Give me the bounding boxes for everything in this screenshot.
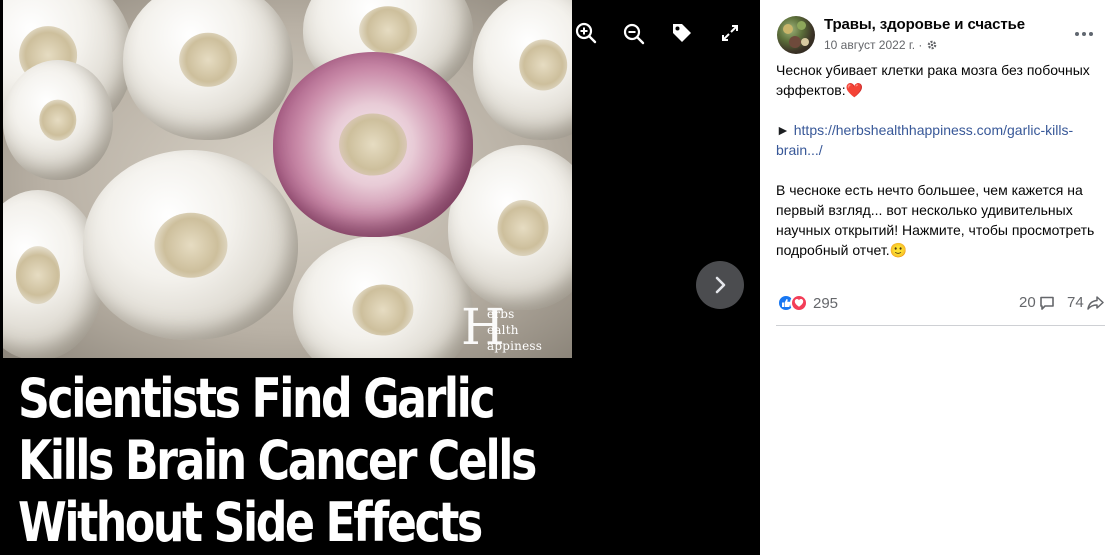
- post-photo[interactable]: H erbs ealth appiness: [3, 0, 572, 358]
- post-date[interactable]: 10 август 2022 г. ·: [824, 38, 922, 52]
- more-options-button[interactable]: [1070, 22, 1098, 46]
- garlic-bulb: [473, 0, 572, 140]
- love-reaction-icon: [790, 294, 808, 312]
- tag-photo-button[interactable]: [668, 19, 696, 47]
- zoom-in-icon: [575, 22, 597, 44]
- share-icon: [1086, 295, 1104, 310]
- shares-count-button[interactable]: 74: [1067, 294, 1104, 311]
- garlic-bulb: [293, 235, 473, 358]
- divider: [776, 325, 1105, 326]
- reactions-summary[interactable]: 295: [777, 294, 838, 312]
- dot: [1089, 32, 1093, 36]
- comments-count-button[interactable]: 20: [1019, 294, 1055, 311]
- garlic-bulb: [83, 150, 298, 340]
- comment-count: 20: [1019, 294, 1036, 311]
- tag-icon: [673, 24, 691, 42]
- comment-icon: [1039, 296, 1054, 310]
- arrow-pointer: ►: [776, 122, 794, 138]
- post-text-line: В чесноке есть нечто большее, чем кажетс…: [776, 182, 1095, 258]
- post-link-paragraph: ► https://herbshealthhappiness.com/garli…: [776, 120, 1101, 160]
- photo-headline: Scientists Find Garlic Kills Brain Cance…: [18, 367, 537, 554]
- page-avatar[interactable]: [777, 16, 815, 54]
- next-photo-button[interactable]: [696, 261, 744, 309]
- watermark-line: ealth: [487, 323, 519, 337]
- post-panel: Травы, здоровье и счастье 10 август 2022…: [760, 0, 1105, 555]
- zoom-out-icon: [623, 23, 645, 45]
- public-gear-icon: [928, 40, 937, 50]
- watermark-line: erbs: [487, 307, 515, 321]
- fullscreen-icon: [722, 25, 738, 41]
- page-name-link[interactable]: Травы, здоровье и счастье: [824, 16, 1025, 33]
- reaction-count: 295: [813, 294, 839, 312]
- post-message: Чеснок убивает клетки рака мозга без поб…: [776, 60, 1101, 260]
- article-link[interactable]: https://herbshealthhappiness.com/garlic-…: [776, 122, 1073, 158]
- dot: [1075, 32, 1079, 36]
- photo-viewer: H erbs ealth appiness Scientists Find Ga…: [0, 0, 760, 555]
- purple-garlic-bulb: [273, 52, 473, 237]
- garlic-bulb: [3, 60, 113, 180]
- zoom-out-button[interactable]: [620, 20, 648, 48]
- share-count: 74: [1067, 294, 1084, 311]
- headline-line: Kills Brain Cancer Cells: [18, 429, 537, 492]
- headline-line: Without Side Effects: [18, 491, 483, 554]
- post-meta: 10 август 2022 г. ·: [824, 38, 938, 52]
- watermark-line: appiness: [487, 339, 543, 353]
- garlic-bulb: [123, 0, 293, 140]
- post-text-line: Чеснок убивает клетки рака мозга без поб…: [776, 62, 1090, 98]
- fullscreen-button[interactable]: [716, 19, 744, 47]
- chevron-right-icon: [715, 276, 726, 294]
- herbs-health-happiness-watermark: H erbs ealth appiness: [461, 300, 572, 356]
- headline-line: Scientists Find Garlic: [18, 367, 496, 430]
- zoom-in-button[interactable]: [572, 19, 600, 47]
- dot: [1082, 32, 1086, 36]
